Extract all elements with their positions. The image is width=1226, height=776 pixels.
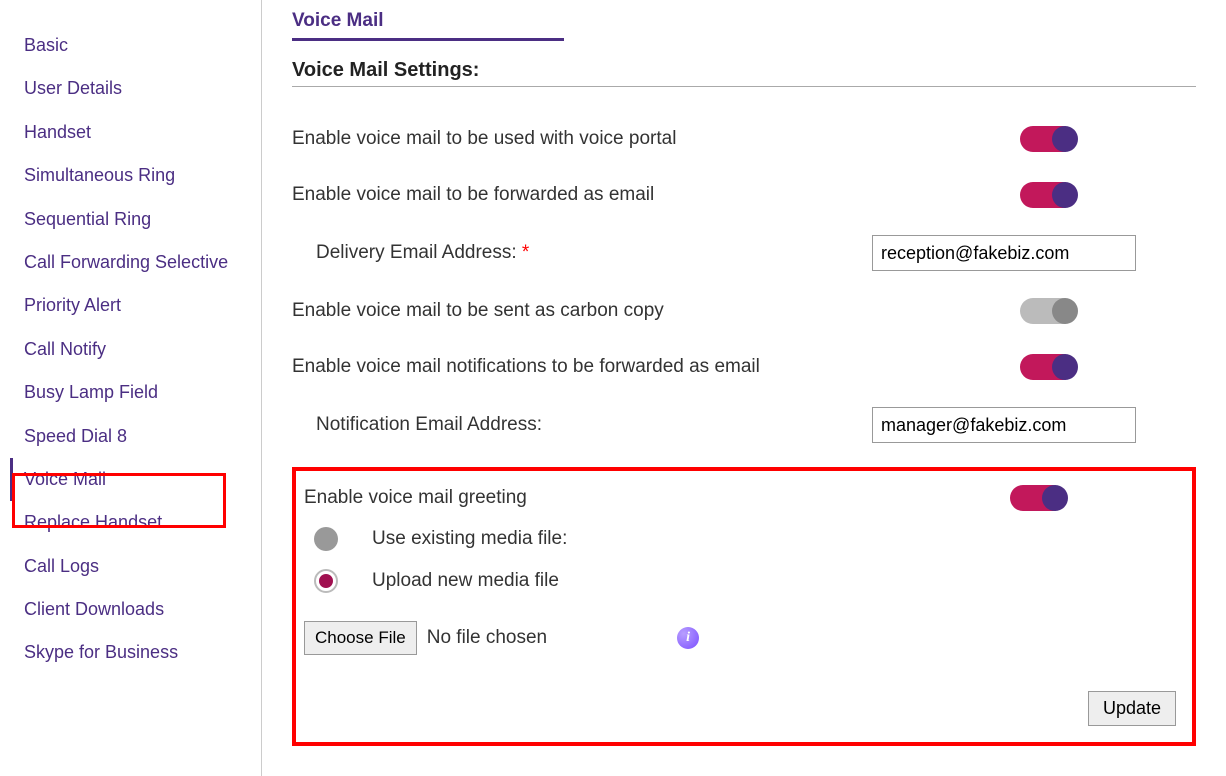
radio-icon bbox=[314, 527, 338, 551]
radio-use-existing[interactable]: Use existing media file: bbox=[314, 527, 1176, 551]
choose-file-button[interactable]: Choose File bbox=[304, 621, 417, 655]
label-notify-email: Enable voice mail notifications to be fo… bbox=[292, 356, 1020, 378]
greeting-highlight-box: Enable voice mail greeting Use existing … bbox=[292, 467, 1196, 746]
sidebar-item-skype-for-business[interactable]: Skype for Business bbox=[10, 631, 261, 674]
info-icon[interactable]: i bbox=[677, 627, 699, 649]
sidebar-item-call-forwarding-selective[interactable]: Call Forwarding Selective bbox=[10, 241, 261, 284]
toggle-carbon-copy[interactable] bbox=[1020, 298, 1076, 324]
toggle-knob-icon bbox=[1042, 485, 1068, 511]
sidebar-item-basic[interactable]: Basic bbox=[10, 24, 261, 67]
radio-label-upload: Upload new media file bbox=[372, 570, 559, 592]
sidebar: Basic User Details Handset Simultaneous … bbox=[0, 0, 262, 776]
label-carbon-copy: Enable voice mail to be sent as carbon c… bbox=[292, 300, 1020, 322]
toggle-knob-icon bbox=[1052, 354, 1078, 380]
toggle-forward-email[interactable] bbox=[1020, 182, 1076, 208]
radio-icon bbox=[314, 569, 338, 593]
sidebar-item-client-downloads[interactable]: Client Downloads bbox=[10, 588, 261, 631]
file-chosen-status: No file chosen bbox=[427, 627, 547, 649]
sidebar-item-priority-alert[interactable]: Priority Alert bbox=[10, 284, 261, 327]
sidebar-item-simultaneous-ring[interactable]: Simultaneous Ring bbox=[10, 154, 261, 197]
toggle-knob-icon bbox=[1052, 126, 1078, 152]
radio-upload-new[interactable]: Upload new media file bbox=[314, 569, 1176, 593]
main-panel: Voice Mail Voice Mail Settings: Enable v… bbox=[262, 0, 1226, 776]
sidebar-item-busy-lamp-field[interactable]: Busy Lamp Field bbox=[10, 371, 261, 414]
delivery-label-text: Delivery Email Address: bbox=[316, 242, 517, 263]
sidebar-item-sequential-ring[interactable]: Sequential Ring bbox=[10, 198, 261, 241]
label-forward-email: Enable voice mail to be forwarded as ema… bbox=[292, 184, 1020, 206]
label-voice-portal: Enable voice mail to be used with voice … bbox=[292, 128, 1020, 150]
sidebar-item-user-details[interactable]: User Details bbox=[10, 67, 261, 110]
label-greeting: Enable voice mail greeting bbox=[304, 487, 1010, 509]
toggle-greeting[interactable] bbox=[1010, 485, 1066, 511]
sidebar-item-call-logs[interactable]: Call Logs bbox=[10, 545, 261, 588]
notification-email-input[interactable] bbox=[872, 407, 1136, 443]
toggle-voice-portal[interactable] bbox=[1020, 126, 1076, 152]
section-header: Voice Mail Settings: bbox=[292, 59, 1196, 87]
delivery-email-input[interactable] bbox=[872, 235, 1136, 271]
toggle-notify-email[interactable] bbox=[1020, 354, 1076, 380]
label-notification-email: Notification Email Address: bbox=[292, 414, 872, 436]
page-title: Voice Mail bbox=[292, 10, 564, 41]
sidebar-item-voice-mail[interactable]: Voice Mail bbox=[10, 458, 261, 501]
sidebar-item-replace-handset[interactable]: Replace Handset bbox=[10, 501, 261, 544]
radio-label-existing: Use existing media file: bbox=[372, 528, 567, 550]
toggle-knob-icon bbox=[1052, 298, 1078, 324]
sidebar-item-speed-dial-8[interactable]: Speed Dial 8 bbox=[10, 415, 261, 458]
sidebar-item-handset[interactable]: Handset bbox=[10, 111, 261, 154]
sidebar-item-call-notify[interactable]: Call Notify bbox=[10, 328, 261, 371]
toggle-knob-icon bbox=[1052, 182, 1078, 208]
label-delivery-email: Delivery Email Address: * bbox=[292, 242, 872, 264]
update-button[interactable]: Update bbox=[1088, 691, 1176, 726]
required-asterisk-icon: * bbox=[517, 242, 530, 263]
